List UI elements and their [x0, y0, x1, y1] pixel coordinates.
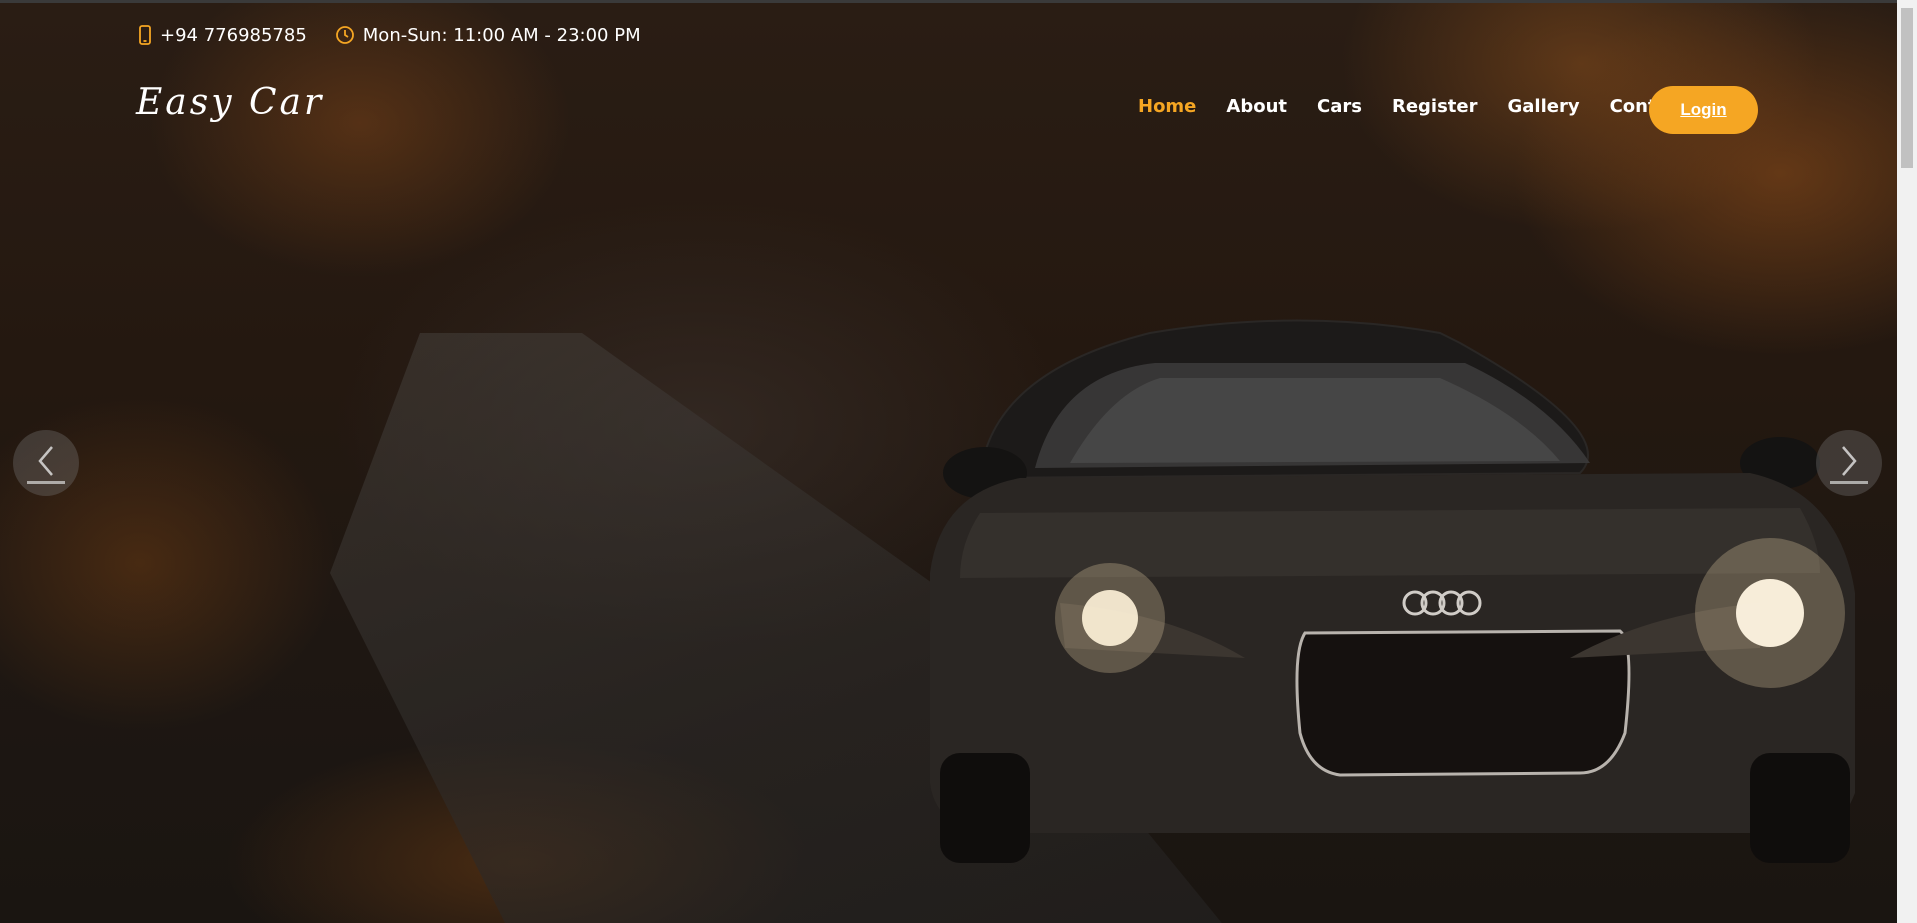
main-nav: Home About Cars Register Gallery Contact — [1138, 96, 1688, 117]
nav-item-gallery[interactable]: Gallery — [1508, 96, 1580, 117]
carousel-next-button[interactable] — [1816, 430, 1882, 496]
nav-item-home[interactable]: Home — [1138, 96, 1196, 117]
phone-number: +94 776985785 — [160, 24, 307, 46]
scrollbar-thumb[interactable] — [1901, 8, 1913, 168]
hours-info: Mon-Sun: 11:00 AM - 23:00 PM — [335, 25, 641, 46]
carousel-prev-underline — [27, 481, 65, 484]
page-scrollbar[interactable] — [1897, 0, 1917, 923]
clock-icon — [335, 25, 355, 45]
car-image — [930, 319, 1855, 863]
login-button[interactable]: Login — [1649, 86, 1758, 134]
phone-info: +94 776985785 — [138, 25, 307, 46]
chevron-right-icon — [1837, 443, 1861, 483]
hero-background — [0, 3, 1897, 923]
page: +94 776985785 Mon-Sun: 11:00 AM - 23:00 … — [0, 0, 1917, 923]
carousel-next-underline — [1830, 481, 1868, 484]
chevron-left-icon — [34, 443, 58, 483]
nav-item-cars[interactable]: Cars — [1317, 96, 1362, 117]
opening-hours: Mon-Sun: 11:00 AM - 23:00 PM — [362, 24, 641, 46]
phone-icon — [138, 25, 152, 45]
carousel-prev-button[interactable] — [13, 430, 79, 496]
topbar: +94 776985785 Mon-Sun: 11:00 AM - 23:00 … — [138, 20, 641, 50]
brand-logo[interactable]: Easy Car — [136, 82, 324, 123]
nav-item-register[interactable]: Register — [1392, 96, 1478, 117]
nav-item-about[interactable]: About — [1226, 96, 1287, 117]
